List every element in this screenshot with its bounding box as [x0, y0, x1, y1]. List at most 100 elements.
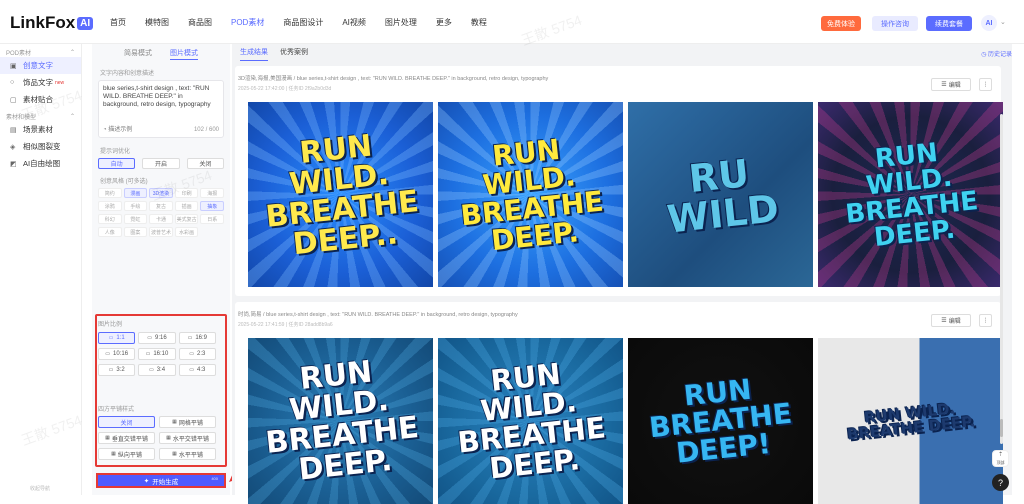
prompt-example[interactable]: ◔ 描述示例 — [103, 126, 132, 134]
edit-button[interactable]: ☰ 编辑 — [931, 314, 971, 327]
style-tag[interactable]: 手绘 — [123, 201, 148, 211]
style-tag[interactable]: 插画 — [174, 201, 199, 211]
collapse-nav[interactable]: 收起导航 — [30, 485, 50, 492]
text-icon: ▣ — [10, 62, 17, 70]
nav-image-process[interactable]: 图片处理 — [385, 17, 417, 28]
results-area: 生成结果 优秀案例 ◷ 历史记录 3D渲染,海报,美国漫画 / blue ser… — [232, 44, 1012, 504]
sidebar-item-scene[interactable]: ▤ 场景素材 — [0, 121, 81, 138]
style-tag[interactable]: 科幻 — [98, 214, 122, 224]
char-counter: 102 / 600 — [193, 127, 219, 133]
more-button[interactable]: ⋮ — [979, 78, 992, 91]
result-image[interactable]: RUN WILD. BREATHE DEEP. — [818, 338, 1003, 504]
tab-results[interactable]: 生成结果 — [240, 47, 268, 61]
style-tag[interactable]: 图案 — [123, 227, 148, 237]
avatar[interactable]: AI — [981, 15, 997, 31]
style-tag[interactable]: 印刷 — [174, 188, 199, 198]
prompt-text: blue series,t-shirt design , text: "RUN … — [103, 85, 211, 108]
logo[interactable]: LinkFox AI — [10, 13, 94, 33]
generate-button[interactable]: ✦ 开始生成 400 — [96, 473, 226, 488]
style-tag[interactable]: 卡通 — [149, 214, 173, 224]
free-trial-button[interactable]: 免费体验 — [821, 16, 861, 31]
edit-button[interactable]: ☰ 编辑 — [931, 78, 971, 91]
nav-more[interactable]: 更多 — [436, 17, 452, 28]
style-tag[interactable]: 抽象 — [200, 201, 224, 211]
style-tag[interactable]: 波普艺术 — [149, 227, 173, 237]
result-image[interactable]: RUN WILD. BREATHE DEEP. — [818, 102, 1003, 287]
style-tag[interactable]: 简约 — [98, 188, 122, 198]
chevron-up-icon: ⌃ — [69, 113, 75, 120]
sidebar-item-material-fit[interactable]: ▢ 素材贴合 — [0, 91, 81, 108]
card-prompt: 时尚,简易 / blue series,t-shirt design , tex… — [238, 312, 518, 318]
nav-product[interactable]: 商品图 — [188, 17, 212, 28]
result-tabs: 生成结果 优秀案例 — [240, 47, 308, 61]
style-tag[interactable]: 复古 — [149, 201, 173, 211]
style-tag[interactable]: 漫画 — [123, 188, 148, 198]
scrollbar[interactable] — [1000, 114, 1003, 444]
result-image[interactable]: RUN WILD. BREATHE DEEP. — [248, 338, 433, 504]
style-tag[interactable]: 日系 — [200, 214, 224, 224]
result-image[interactable]: RUN WILD. BREATHE DEEP.. — [248, 102, 433, 287]
scene-icon: ▤ — [10, 126, 17, 134]
mode-tabs: 简易模式 图片模式 — [92, 44, 230, 62]
sidebar-item-similar[interactable]: ◈ 相似图裂变 — [0, 138, 81, 155]
card-time: 2025-05-22 17:42:00 | 任务ID 2f9a2b0d3d — [238, 86, 332, 92]
style-tag[interactable]: 海报 — [200, 188, 224, 198]
result-card: 时尚,简易 / blue series,t-shirt design , tex… — [235, 302, 1003, 504]
nav-ai-video[interactable]: AI视频 — [342, 17, 366, 28]
enhance-auto[interactable]: 自动 — [98, 158, 136, 169]
image-icon: ▢ — [10, 96, 17, 104]
style-tag[interactable]: 涂鸦 — [98, 201, 122, 211]
sidebar-item-creative-text[interactable]: ▣ 创意文字 — [0, 57, 81, 74]
result-image[interactable]: RUN BREATHE DEEP! — [628, 338, 813, 504]
nav-product-design[interactable]: 商品图设计 — [283, 17, 323, 28]
enhance-options: 自动 开启 关闭 — [98, 158, 224, 169]
card-time: 2025-05-22 17:41:59 | 任务ID 28add8b9a6 — [238, 322, 333, 328]
logo-badge: AI — [77, 16, 94, 30]
tab-cases[interactable]: 优秀案例 — [280, 47, 308, 61]
nav-tutorial[interactable]: 教程 — [471, 17, 487, 28]
top-bar: LinkFox AI 首页 模特图 商品图 POD素材 商品图设计 AI视频 图片… — [0, 0, 1024, 44]
card-prompt: 3D渲染,海报,美国漫画 / blue series,t-shirt desig… — [238, 76, 549, 82]
sidebar-section-materials[interactable]: 素材和模型 ⌃ — [0, 111, 81, 121]
help-icon[interactable]: ? — [992, 474, 1009, 491]
style-tag[interactable]: 3D渲染 — [149, 188, 173, 198]
nav-pod[interactable]: POD素材 — [231, 17, 264, 28]
highlight-box — [95, 314, 227, 467]
image-text: RUN WILD. BREATHE DEEP. — [456, 356, 608, 486]
image-text: RU WILD — [664, 150, 781, 242]
enhance-on[interactable]: 开启 — [142, 158, 180, 169]
nav-model[interactable]: 模特图 — [145, 17, 169, 28]
style-tag[interactable]: 霓虹 — [123, 214, 148, 224]
sparkle-icon: ✦ — [143, 477, 150, 485]
history-link[interactable]: ◷ 历史记录 — [981, 49, 1012, 58]
brush-icon: ◩ — [10, 160, 17, 168]
result-image[interactable]: RU WILD — [628, 102, 813, 287]
edit-icon: ☰ — [941, 318, 947, 324]
image-text: RUN WILD. BREATHE DEEP. — [844, 137, 980, 253]
prompt-input[interactable]: blue series,t-shirt design , text: "RUN … — [98, 80, 224, 138]
style-tag[interactable]: 人像 — [98, 227, 122, 237]
tab-simple[interactable]: 简易模式 — [124, 48, 152, 62]
sidebar-section-pod[interactable]: POD素材 ⌃ — [0, 47, 81, 57]
back-to-top-button[interactable]: ⇡ 顶部 — [992, 450, 1009, 467]
image-text: RUN WILD. BREATHE DEEP.. — [263, 128, 421, 262]
edit-icon: ☰ — [941, 82, 947, 88]
enhance-label: 提示词优化 — [100, 149, 131, 155]
main-nav: 首页 模特图 商品图 POD素材 商品图设计 AI视频 图片处理 更多 教程 — [110, 17, 506, 28]
result-image[interactable]: RUN WILD. BREATHE DEEP. — [438, 338, 623, 504]
nav-home[interactable]: 首页 — [110, 17, 126, 28]
style-tag[interactable]: 水彩画 — [174, 227, 199, 237]
enhance-off[interactable]: 关闭 — [186, 158, 224, 169]
more-button[interactable]: ⋮ — [979, 314, 992, 327]
result-image[interactable]: RUN WILD. BREATHE DEEP. — [438, 102, 623, 287]
image-text: RUN WILD. BREATHE DEEP. — [846, 399, 977, 444]
consult-button[interactable]: 操作咨询 — [872, 16, 918, 31]
style-tag[interactable]: 美式复古 — [174, 214, 199, 224]
tab-image[interactable]: 图片模式 — [170, 48, 198, 60]
style-label: 创意风格 (可多选) — [100, 179, 148, 185]
upgrade-button[interactable]: 续费套餐 — [926, 16, 972, 31]
sidebar-item-accessory-text[interactable]: ○ 饰品文字 new — [0, 74, 81, 91]
style-tags: 简约 漫画 3D渲染 印刷 海报涂鸦 手绘 复古 插画 抽象科幻 霓虹 卡通 美式复古 日系人像 图案 波普… — [98, 188, 224, 237]
sidebar-item-ai-draw[interactable]: ◩ AI自由绘图 — [0, 155, 81, 172]
chevron-down-icon[interactable]: ⌄ — [1000, 18, 1006, 26]
